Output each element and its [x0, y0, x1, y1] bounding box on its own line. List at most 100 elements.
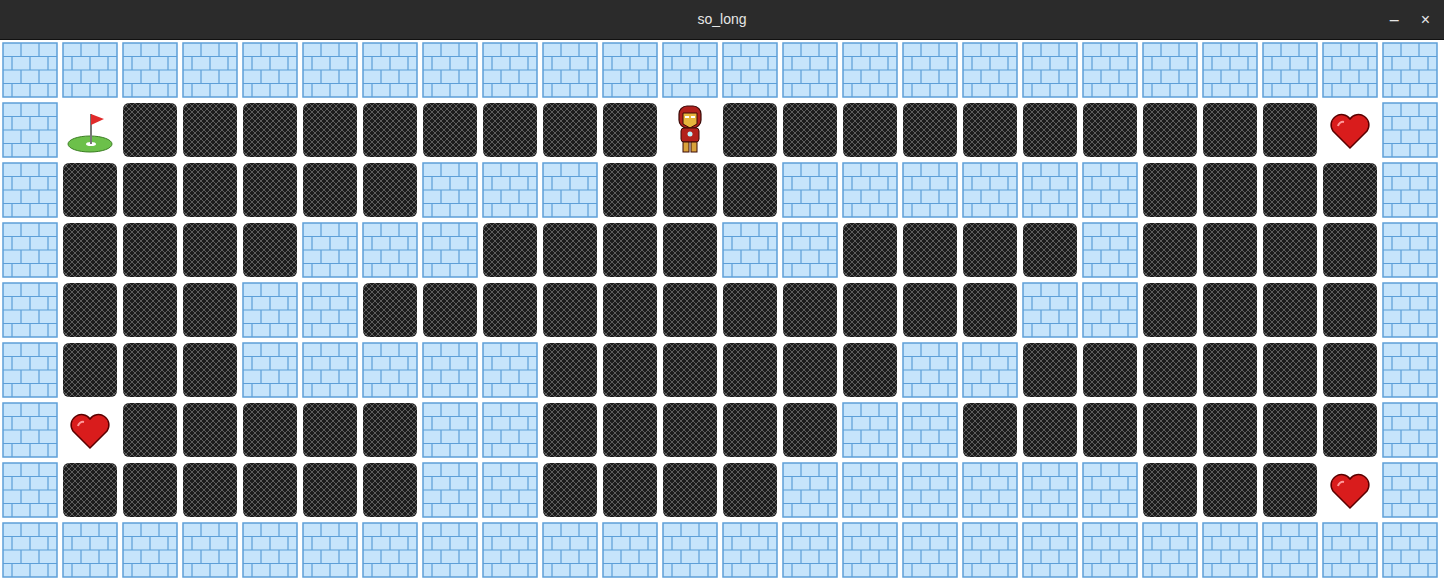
floor-tile — [1140, 100, 1200, 160]
floor-tile — [1200, 340, 1260, 400]
brick-wall-icon — [960, 40, 1020, 100]
floor-grate-icon — [720, 100, 780, 160]
map-row — [0, 340, 1444, 400]
wall-tile — [240, 40, 300, 100]
wall-tile — [1320, 520, 1380, 578]
brick-wall-icon — [1200, 520, 1260, 578]
floor-tile — [720, 100, 780, 160]
wall-tile — [0, 220, 60, 280]
floor-tile — [120, 220, 180, 280]
floor-tile — [240, 460, 300, 520]
floor-tile — [1260, 160, 1320, 220]
floor-tile — [1320, 280, 1380, 340]
wall-tile — [420, 400, 480, 460]
floor-tile — [1320, 340, 1380, 400]
wall-tile — [1320, 40, 1380, 100]
iron-man-icon — [660, 100, 720, 160]
floor-grate-icon — [720, 160, 780, 220]
floor-grate-icon — [1140, 280, 1200, 340]
brick-wall-icon — [240, 520, 300, 578]
minimize-button[interactable]: – — [1386, 12, 1403, 28]
floor-tile — [180, 160, 240, 220]
floor-tile — [1260, 100, 1320, 160]
floor-grate-icon — [1020, 400, 1080, 460]
brick-wall-icon — [0, 40, 60, 100]
floor-tile — [900, 100, 960, 160]
floor-grate-icon — [360, 160, 420, 220]
wall-tile — [1380, 280, 1440, 340]
floor-tile — [1080, 100, 1140, 160]
floor-tile — [840, 280, 900, 340]
brick-wall-icon — [0, 520, 60, 578]
floor-grate-icon — [180, 100, 240, 160]
brick-wall-icon — [840, 160, 900, 220]
wall-tile — [960, 40, 1020, 100]
wall-tile — [960, 160, 1020, 220]
floor-grate-icon — [1080, 340, 1140, 400]
floor-tile — [240, 400, 300, 460]
floor-grate-icon — [540, 460, 600, 520]
wall-tile — [1080, 40, 1140, 100]
game-map — [0, 40, 1444, 578]
wall-tile — [960, 520, 1020, 578]
wall-tile — [840, 160, 900, 220]
floor-grate-icon — [240, 160, 300, 220]
wall-tile — [240, 520, 300, 578]
floor-grate-icon — [660, 220, 720, 280]
map-row — [0, 100, 1444, 160]
brick-wall-icon — [1080, 460, 1140, 520]
floor-grate-icon — [900, 280, 960, 340]
wall-tile — [420, 160, 480, 220]
floor-grate-icon — [1080, 400, 1140, 460]
brick-wall-icon — [1140, 520, 1200, 578]
close-button[interactable]: × — [1417, 12, 1434, 28]
floor-tile — [180, 100, 240, 160]
floor-grate-icon — [900, 100, 960, 160]
brick-wall-icon — [360, 520, 420, 578]
floor-tile — [660, 340, 720, 400]
floor-grate-icon — [720, 280, 780, 340]
wall-tile — [600, 40, 660, 100]
floor-tile — [540, 340, 600, 400]
floor-tile — [960, 220, 1020, 280]
floor-grate-icon — [1200, 460, 1260, 520]
floor-tile — [600, 100, 660, 160]
heart-icon — [1320, 100, 1380, 160]
brick-wall-icon — [1380, 220, 1440, 280]
wall-tile — [780, 220, 840, 280]
floor-grate-icon — [1200, 280, 1260, 340]
brick-wall-icon — [360, 220, 420, 280]
floor-grate-icon — [1200, 400, 1260, 460]
floor-tile — [60, 280, 120, 340]
floor-grate-icon — [960, 220, 1020, 280]
wall-tile — [660, 40, 720, 100]
floor-tile — [960, 100, 1020, 160]
brick-wall-icon — [300, 280, 360, 340]
floor-grate-icon — [1320, 340, 1380, 400]
map-row — [0, 400, 1444, 460]
wall-tile — [1020, 160, 1080, 220]
wall-tile — [1080, 460, 1140, 520]
brick-wall-icon — [0, 100, 60, 160]
brick-wall-icon — [1140, 40, 1200, 100]
floor-grate-icon — [480, 280, 540, 340]
brick-wall-icon — [120, 520, 180, 578]
floor-grate-icon — [1140, 220, 1200, 280]
floor-grate-icon — [240, 460, 300, 520]
floor-grate-icon — [1020, 220, 1080, 280]
floor-tile — [120, 400, 180, 460]
wall-tile — [420, 520, 480, 578]
brick-wall-icon — [780, 160, 840, 220]
brick-wall-icon — [900, 340, 960, 400]
floor-grate-icon — [960, 280, 1020, 340]
brick-wall-icon — [720, 520, 780, 578]
floor-grate-icon — [480, 100, 540, 160]
floor-grate-icon — [60, 340, 120, 400]
wall-tile — [540, 40, 600, 100]
brick-wall-icon — [780, 220, 840, 280]
floor-grate-icon — [1260, 340, 1320, 400]
floor-tile — [120, 340, 180, 400]
wall-tile — [0, 340, 60, 400]
wall-tile — [1020, 460, 1080, 520]
floor-tile — [1140, 160, 1200, 220]
